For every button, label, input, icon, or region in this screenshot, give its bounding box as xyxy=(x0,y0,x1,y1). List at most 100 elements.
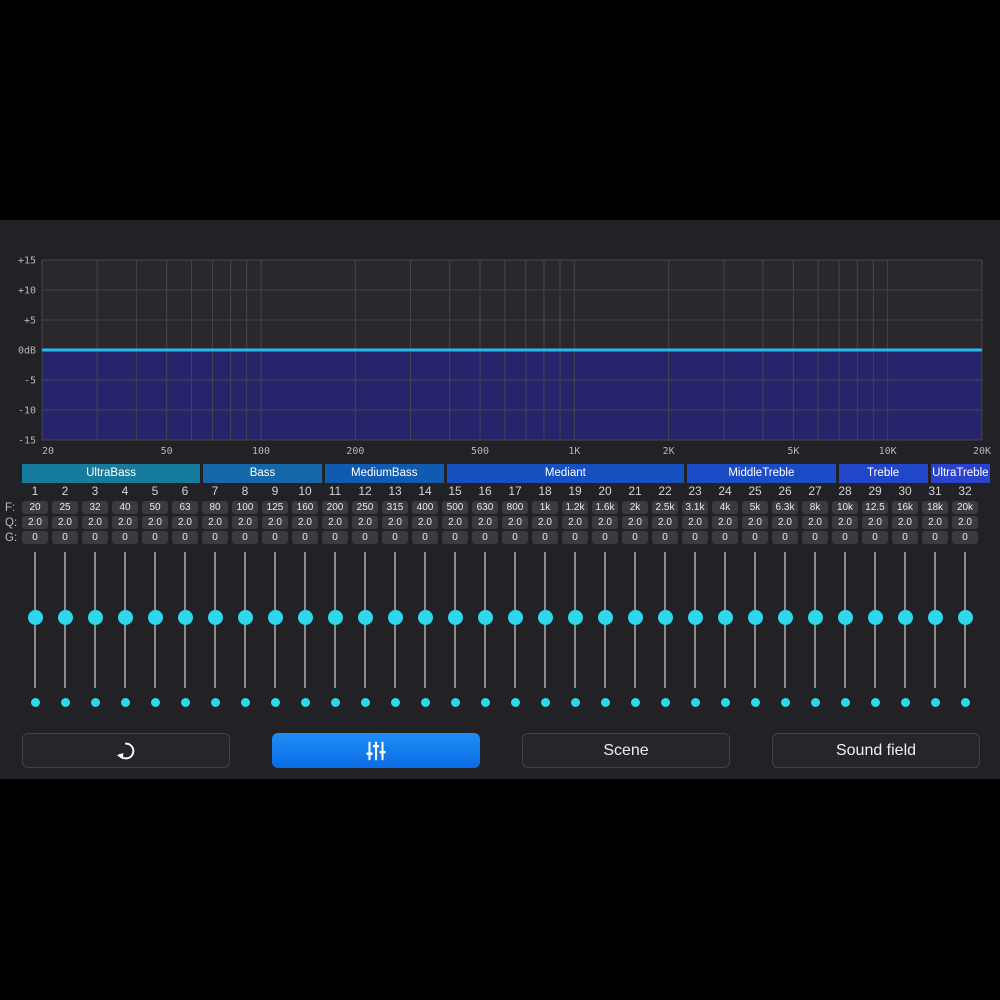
gain-value: 0 xyxy=(382,531,408,544)
channel-column: 18 1k 2.0 0 xyxy=(530,484,560,544)
freq-value: 1.6k xyxy=(592,501,618,514)
channel-dot xyxy=(900,698,910,707)
gain-slider xyxy=(770,548,800,713)
slider-knob[interactable] xyxy=(417,610,433,625)
gain-slider xyxy=(350,548,380,713)
gain-value: 0 xyxy=(292,531,318,544)
slider-knob[interactable] xyxy=(387,610,403,625)
slider-knob[interactable] xyxy=(687,610,703,625)
slider-knob[interactable] xyxy=(297,610,313,625)
slider-knob[interactable] xyxy=(867,610,883,625)
q-value: 2.0 xyxy=(292,516,318,529)
screen: 12:36 +15+10+50dB-5-10-1520501002005001K… xyxy=(0,0,1000,1000)
slider-knob[interactable] xyxy=(147,610,163,625)
channel-dot xyxy=(690,698,700,707)
slider-knob[interactable] xyxy=(927,610,943,625)
gain-slider xyxy=(530,548,560,713)
q-value: 2.0 xyxy=(952,516,978,529)
slider-knob[interactable] xyxy=(537,610,553,625)
reset-button[interactable] xyxy=(22,733,230,768)
x-axis-tick-label: 500 xyxy=(471,446,489,457)
q-value: 2.0 xyxy=(22,516,48,529)
channel-dot xyxy=(750,698,760,707)
freq-value: 20k xyxy=(952,501,978,514)
slider-knob[interactable] xyxy=(87,610,103,625)
freq-value: 16k xyxy=(892,501,918,514)
gain-slider xyxy=(230,548,260,713)
slider-knob[interactable] xyxy=(477,610,493,625)
bottom-button-row: Scene Sound field xyxy=(0,733,1000,768)
channel-number: 7 xyxy=(211,484,219,498)
slider-knob[interactable] xyxy=(357,610,373,625)
gain-slider xyxy=(80,548,110,713)
equalizer-button[interactable] xyxy=(272,733,480,768)
slider-knob[interactable] xyxy=(597,610,613,625)
freq-value: 2k xyxy=(622,501,648,514)
slider-knob[interactable] xyxy=(807,610,823,625)
channel-dot xyxy=(450,698,460,707)
channel-number: 25 xyxy=(748,484,762,498)
q-value: 2.0 xyxy=(262,516,288,529)
freq-value: 800 xyxy=(502,501,528,514)
slider-knob[interactable] xyxy=(747,610,763,625)
slider-knob[interactable] xyxy=(117,610,133,625)
slider-knob[interactable] xyxy=(837,610,853,625)
slider-knob[interactable] xyxy=(57,610,73,625)
slider-knob[interactable] xyxy=(207,610,223,625)
channel-dot xyxy=(840,698,850,707)
freq-value: 10k xyxy=(832,501,858,514)
slider-knob[interactable] xyxy=(717,610,733,625)
slider-knob[interactable] xyxy=(267,610,283,625)
channel-number: 2 xyxy=(61,484,69,498)
gain-slider xyxy=(320,548,350,713)
channel-column: 16 630 2.0 0 xyxy=(470,484,500,544)
channel-dot xyxy=(60,698,70,707)
q-value: 2.0 xyxy=(862,516,888,529)
slider-knob[interactable] xyxy=(567,610,583,625)
channel-dot xyxy=(120,698,130,707)
gain-value: 0 xyxy=(52,531,78,544)
gain-value: 0 xyxy=(892,531,918,544)
gain-value: 0 xyxy=(172,531,198,544)
gain-value: 0 xyxy=(232,531,258,544)
q-value: 2.0 xyxy=(802,516,828,529)
q-value: 2.0 xyxy=(502,516,528,529)
slider-knob[interactable] xyxy=(27,610,43,625)
channel-number: 6 xyxy=(181,484,189,498)
slider-knob[interactable] xyxy=(507,610,523,625)
channel-number: 11 xyxy=(328,484,342,498)
channel-column: 22 2.5k 2.0 0 xyxy=(650,484,680,544)
slider-knob[interactable] xyxy=(627,610,643,625)
gain-slider xyxy=(710,548,740,713)
slider-knob[interactable] xyxy=(327,610,343,625)
slider-knob[interactable] xyxy=(777,610,793,625)
q-value: 2.0 xyxy=(622,516,648,529)
slider-knob[interactable] xyxy=(237,610,253,625)
q-value: 2.0 xyxy=(712,516,738,529)
channel-number: 32 xyxy=(958,484,972,498)
channel-dot xyxy=(630,698,640,707)
freq-value: 40 xyxy=(112,501,138,514)
channel-dot xyxy=(420,698,430,707)
slider-knob[interactable] xyxy=(897,610,913,625)
channel-column: 11 200 2.0 0 xyxy=(320,484,350,544)
sound-field-button[interactable]: Sound field xyxy=(772,733,980,768)
channel-number: 27 xyxy=(808,484,822,498)
gain-slider xyxy=(470,548,500,713)
band-label-mediumbass: MediumBass xyxy=(324,464,444,483)
gain-value: 0 xyxy=(532,531,558,544)
channel-column: 32 20k 2.0 0 xyxy=(950,484,980,544)
q-value: 2.0 xyxy=(652,516,678,529)
q-value: 2.0 xyxy=(172,516,198,529)
freq-value: 50 xyxy=(142,501,168,514)
q-value: 2.0 xyxy=(472,516,498,529)
gain-value: 0 xyxy=(202,531,228,544)
slider-knob[interactable] xyxy=(447,610,463,625)
gain-value: 0 xyxy=(262,531,288,544)
gain-value: 0 xyxy=(442,531,468,544)
scene-button[interactable]: Scene xyxy=(522,733,730,768)
slider-knob[interactable] xyxy=(657,610,673,625)
slider-knob[interactable] xyxy=(177,610,193,625)
gain-value: 0 xyxy=(772,531,798,544)
slider-knob[interactable] xyxy=(957,610,973,625)
